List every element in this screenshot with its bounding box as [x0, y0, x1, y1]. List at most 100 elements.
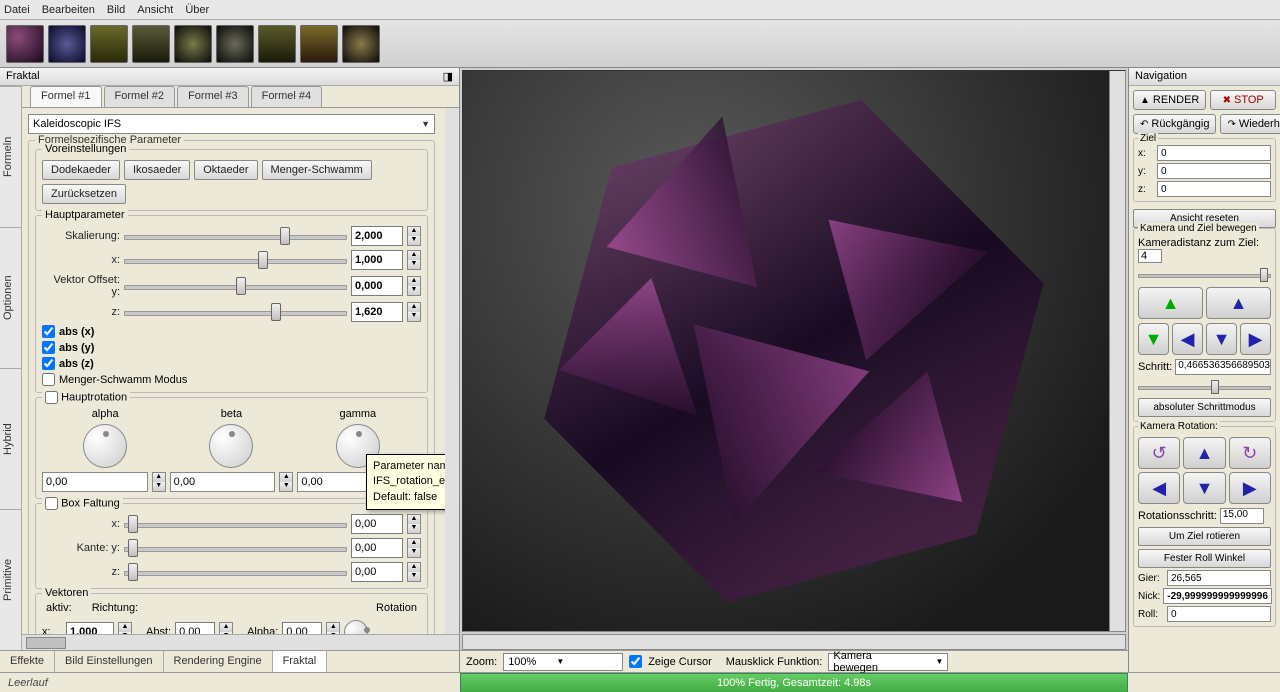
roll-value[interactable]: 0: [1167, 606, 1271, 622]
zoom-select[interactable]: 100%: [503, 653, 623, 671]
vec-alpha-dial[interactable]: [344, 620, 368, 634]
cam-dist[interactable]: 4: [1138, 249, 1162, 263]
rot-target-button[interactable]: Um Ziel rotieren: [1138, 527, 1271, 546]
rot-right[interactable]: ▶: [1229, 472, 1271, 504]
move-right[interactable]: ▶: [1240, 323, 1271, 355]
z-slider[interactable]: [124, 303, 347, 321]
redo-button[interactable]: ↷ Wiederholen: [1220, 114, 1280, 134]
menu-edit[interactable]: Bearbeiten: [42, 4, 95, 16]
target-y[interactable]: 0: [1157, 163, 1271, 179]
bf-z-value[interactable]: 0,00: [351, 562, 403, 582]
preset-ikosaeder[interactable]: Ikosaeder: [124, 160, 190, 180]
rot-down[interactable]: ▼: [1183, 472, 1225, 504]
sidetab-hybrid[interactable]: Hybrid: [0, 368, 21, 509]
preset-oktaeder[interactable]: Oktaeder: [194, 160, 257, 180]
bf-x-slider[interactable]: [124, 515, 347, 533]
thumb-3[interactable]: [90, 25, 128, 63]
preset-menger[interactable]: Menger-Schwamm: [262, 160, 372, 180]
step-slider[interactable]: [1138, 379, 1271, 395]
menu-view[interactable]: Ansicht: [137, 4, 173, 16]
thumb-8[interactable]: [300, 25, 338, 63]
scale-value[interactable]: 2,000: [351, 226, 403, 246]
thumb-6[interactable]: [216, 25, 254, 63]
beta-value[interactable]: 0,00: [170, 472, 276, 492]
show-cursor-check[interactable]: [629, 655, 642, 668]
preset-thumbnails: [0, 20, 1280, 68]
bf-y-value[interactable]: 0,00: [351, 538, 403, 558]
thumb-5[interactable]: [174, 25, 212, 63]
x-slider[interactable]: [124, 251, 347, 269]
thumb-9[interactable]: [342, 25, 380, 63]
formula-select[interactable]: Kaleidoscopic IFS: [28, 114, 435, 134]
bf-x-value[interactable]: 0,00: [351, 514, 403, 534]
tab-formel-2[interactable]: Formel #2: [104, 86, 176, 107]
beta-dial[interactable]: [209, 424, 253, 468]
sidetab-primitive[interactable]: Primitive: [0, 509, 21, 650]
move-forward[interactable]: ▲: [1138, 287, 1203, 319]
move-left[interactable]: ◀: [1172, 323, 1203, 355]
stop-button[interactable]: ✖ STOP: [1210, 90, 1276, 110]
move-up[interactable]: ▲: [1206, 287, 1271, 319]
scale-slider[interactable]: [124, 227, 347, 245]
thumb-4[interactable]: [132, 25, 170, 63]
bf-z-slider[interactable]: [124, 563, 347, 581]
cam-dist-slider[interactable]: [1138, 267, 1271, 283]
thumb-7[interactable]: [258, 25, 296, 63]
step-value[interactable]: 0,466536356689503: [1175, 359, 1271, 375]
sidetab-formeln[interactable]: Formeln: [0, 86, 21, 227]
rot-cw[interactable]: ↻: [1229, 437, 1271, 469]
render-button[interactable]: ▲ RENDER: [1133, 90, 1206, 110]
abs-x-check[interactable]: [42, 325, 55, 338]
menu-image[interactable]: Bild: [107, 4, 125, 16]
tab-formel-3[interactable]: Formel #3: [177, 86, 249, 107]
left-hscroll[interactable]: [22, 634, 459, 650]
fixed-roll-button[interactable]: Fester Roll Winkel: [1138, 549, 1271, 568]
render-viewport[interactable]: [462, 70, 1126, 632]
tab-formel-4[interactable]: Formel #4: [251, 86, 323, 107]
alpha-value[interactable]: 0,00: [42, 472, 148, 492]
y-slider[interactable]: [124, 277, 347, 295]
preset-dodekaeder[interactable]: Dodekaeder: [42, 160, 120, 180]
rot-left[interactable]: ◀: [1138, 472, 1180, 504]
btab-bild[interactable]: Bild Einstellungen: [55, 651, 163, 672]
abs-z-check[interactable]: [42, 357, 55, 370]
target-x[interactable]: 0: [1157, 145, 1271, 161]
alpha-dial[interactable]: [83, 424, 127, 468]
menu-file[interactable]: Datei: [4, 4, 30, 16]
scale-spinner[interactable]: ▲▼: [407, 226, 421, 246]
y-value[interactable]: 0,000: [351, 276, 403, 296]
menger-mode-check[interactable]: [42, 373, 55, 386]
tab-formel-1[interactable]: Formel #1: [30, 86, 102, 107]
viewport-hscroll[interactable]: [462, 634, 1126, 650]
move-back[interactable]: ▼: [1138, 323, 1169, 355]
target-z[interactable]: 0: [1157, 181, 1271, 197]
mainrot-check[interactable]: [45, 391, 58, 404]
vec-abst-value[interactable]: 0,00: [175, 622, 215, 634]
btab-effekte[interactable]: Effekte: [0, 651, 55, 672]
rot-up[interactable]: ▲: [1183, 437, 1225, 469]
sidetab-optionen[interactable]: Optionen: [0, 227, 21, 368]
dock-icon[interactable]: ◨: [443, 70, 453, 83]
viewport-vscroll[interactable]: [1109, 71, 1125, 631]
vec-x-value[interactable]: 1,000: [66, 622, 114, 634]
z-value[interactable]: 1,620: [351, 302, 403, 322]
menu-about[interactable]: Über: [185, 4, 209, 16]
rot-step-value[interactable]: 15,00: [1220, 508, 1264, 524]
thumb-2[interactable]: [48, 25, 86, 63]
click-fn-select[interactable]: Kamera bewegen: [828, 653, 948, 671]
boxfold-check[interactable]: [45, 497, 58, 510]
abs-step-button[interactable]: absoluter Schrittmodus: [1138, 398, 1271, 417]
bf-y-slider[interactable]: [124, 539, 347, 557]
undo-button[interactable]: ↶ Rückgängig: [1133, 114, 1216, 134]
abs-y-check[interactable]: [42, 341, 55, 354]
btab-fraktal[interactable]: Fraktal: [273, 651, 328, 672]
preset-reset[interactable]: Zurücksetzen: [42, 184, 126, 204]
vec-alpha-value[interactable]: 0,00: [282, 622, 322, 634]
move-down[interactable]: ▼: [1206, 323, 1237, 355]
btab-rendering[interactable]: Rendering Engine: [164, 651, 273, 672]
x-value[interactable]: 1,000: [351, 250, 403, 270]
nick-value[interactable]: -29,999999999999996: [1163, 588, 1272, 604]
gier-value[interactable]: 26,565: [1167, 570, 1271, 586]
thumb-1[interactable]: [6, 25, 44, 63]
rot-reset[interactable]: ↺: [1138, 437, 1180, 469]
